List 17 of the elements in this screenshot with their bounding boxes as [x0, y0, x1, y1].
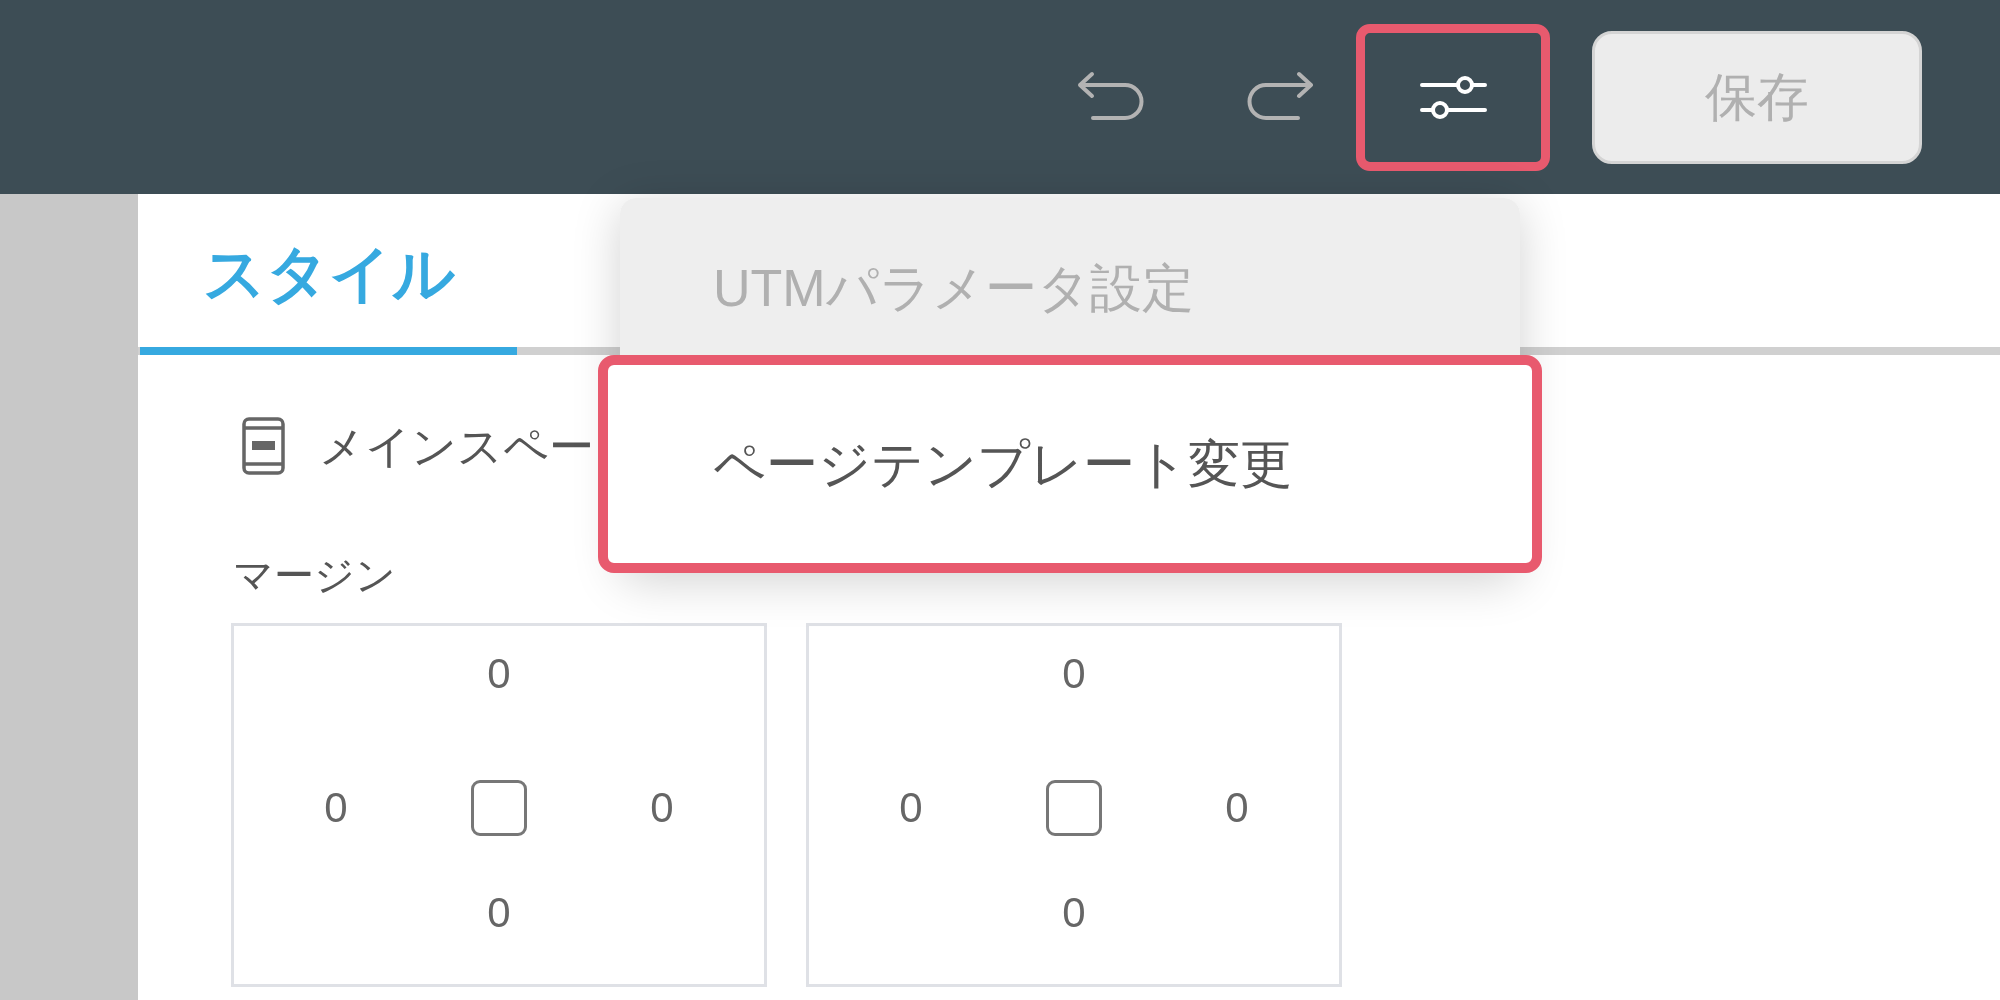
bottom-value: 0 [1062, 888, 1086, 938]
top-value: 0 [1062, 649, 1086, 699]
field-label: マージン [233, 552, 396, 599]
top-value: 0 [487, 649, 511, 699]
left-value: 0 [324, 783, 348, 833]
menu-item[interactable]: ページテンプレート変更 [598, 355, 1542, 573]
square-icon[interactable] [471, 780, 527, 836]
left-value: 0 [899, 783, 923, 833]
right-value: 0 [1225, 783, 1249, 833]
settings-icon [1419, 74, 1487, 120]
tab[interactable]: スタイル [140, 194, 517, 355]
square-icon[interactable] [1046, 780, 1102, 836]
settings-button[interactable] [1356, 23, 1550, 171]
bottom-value: 0 [487, 888, 511, 938]
mobile-layout-icon [242, 417, 285, 475]
section-title: メインスペー [319, 423, 594, 469]
right-value: 0 [650, 783, 674, 833]
